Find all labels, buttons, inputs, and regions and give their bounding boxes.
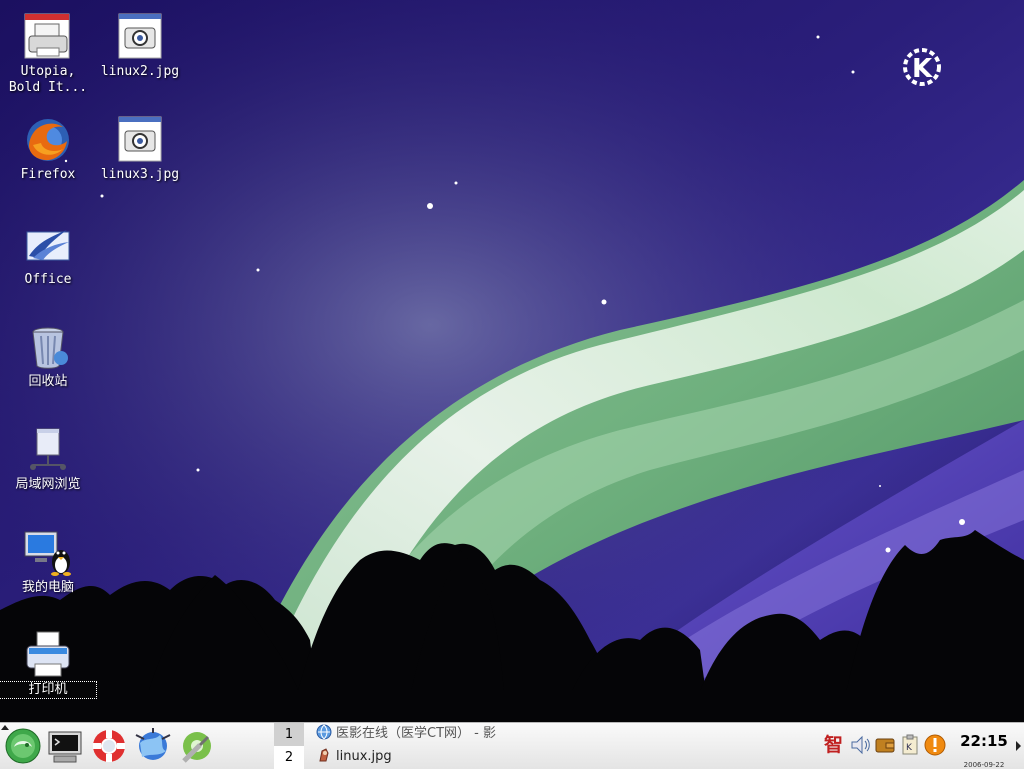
clock-time: 22:15 — [960, 732, 1008, 750]
clock-date: 2006-09-22 — [963, 761, 1005, 769]
wallpaper: K — [0, 0, 1024, 722]
desktop-icon-network-browse[interactable]: 局域网浏览 — [0, 425, 96, 493]
desktop-icon-firefox[interactable]: Firefox — [0, 115, 96, 183]
desktop-icon-label: 回收站 — [28, 374, 68, 389]
desktop: K Utopia, Bold It... linux2.jpg Firefox … — [0, 0, 1024, 722]
terminal-icon[interactable] — [46, 727, 84, 765]
panel-hide-left-arrow-icon[interactable] — [0, 722, 10, 732]
desktop-icon-my-computer[interactable]: 我的电脑 — [0, 528, 96, 596]
desktop-icon-label: Firefox — [20, 167, 76, 182]
office-icon — [26, 230, 70, 261]
image-file-icon — [118, 116, 162, 162]
desktop-icon-label: 打印机 — [0, 681, 97, 699]
image-viewer-icon — [319, 748, 329, 762]
suse-menu-icon[interactable] — [4, 727, 42, 765]
desktop-icon-label: Utopia, Bold It... — [8, 64, 88, 95]
system-tray: 智 K — [824, 733, 948, 759]
trash-icon — [32, 327, 68, 369]
help-lifebuoy-icon[interactable] — [90, 727, 128, 765]
computer-icon — [24, 531, 71, 576]
klipper-icon[interactable]: K — [899, 733, 921, 757]
pager-desktop-1[interactable]: 1 — [274, 723, 304, 746]
control-center-icon[interactable] — [178, 727, 216, 765]
desktop-icon-label: Office — [24, 272, 72, 287]
printer-icon — [24, 13, 70, 59]
update-alert-icon[interactable] — [924, 733, 946, 757]
volume-icon[interactable] — [849, 733, 871, 757]
task-button-image-viewer[interactable]: linux.jpg — [316, 746, 816, 768]
input-method-glyph: 智 — [824, 734, 844, 756]
desktop-icon-linux2-jpg[interactable]: linux2.jpg — [92, 12, 188, 80]
network-icon — [30, 428, 66, 470]
task-button-browser[interactable]: 医影在线（医学CT网） - 影 — [316, 723, 816, 745]
desktop-icon-printers[interactable]: 打印机 — [0, 630, 97, 699]
printer-icon — [26, 631, 70, 677]
desktop-icon-printer-utopia[interactable]: Utopia, Bold It... — [0, 12, 96, 96]
browser-globe-icon — [316, 724, 332, 740]
taskbar: 1 2 医影在线（医学CT网） - 影 linux.jpg 智 K 22:15 … — [0, 722, 1024, 769]
desktop-icon-linux3-jpg[interactable]: linux3.jpg — [92, 115, 188, 183]
clock[interactable]: 22:15 2006-09-22 — [956, 727, 1012, 769]
desktop-icon-label: 我的电脑 — [21, 580, 74, 595]
desktop-icon-label: linux3.jpg — [100, 167, 180, 182]
firefox-icon — [27, 119, 69, 161]
svg-text:K: K — [912, 54, 933, 84]
wallet-icon[interactable] — [874, 733, 896, 757]
desktop-pager: 1 2 — [274, 723, 304, 769]
pager-desktop-2[interactable]: 2 — [274, 746, 304, 769]
task-label: linux.jpg — [336, 749, 392, 764]
task-label: 医影在线（医学CT网） - 影 — [336, 726, 496, 741]
input-method-icon[interactable]: 智 — [824, 733, 846, 757]
web-browser-icon[interactable] — [134, 727, 172, 765]
image-file-icon — [118, 13, 162, 59]
desktop-icon-trash[interactable]: 回收站 — [0, 322, 96, 390]
panel-hide-right-arrow-icon[interactable] — [1013, 723, 1024, 769]
desktop-icon-label: 局域网浏览 — [15, 477, 81, 492]
desktop-icon-label: linux2.jpg — [100, 64, 180, 79]
desktop-icon-office[interactable]: Office — [0, 220, 96, 288]
